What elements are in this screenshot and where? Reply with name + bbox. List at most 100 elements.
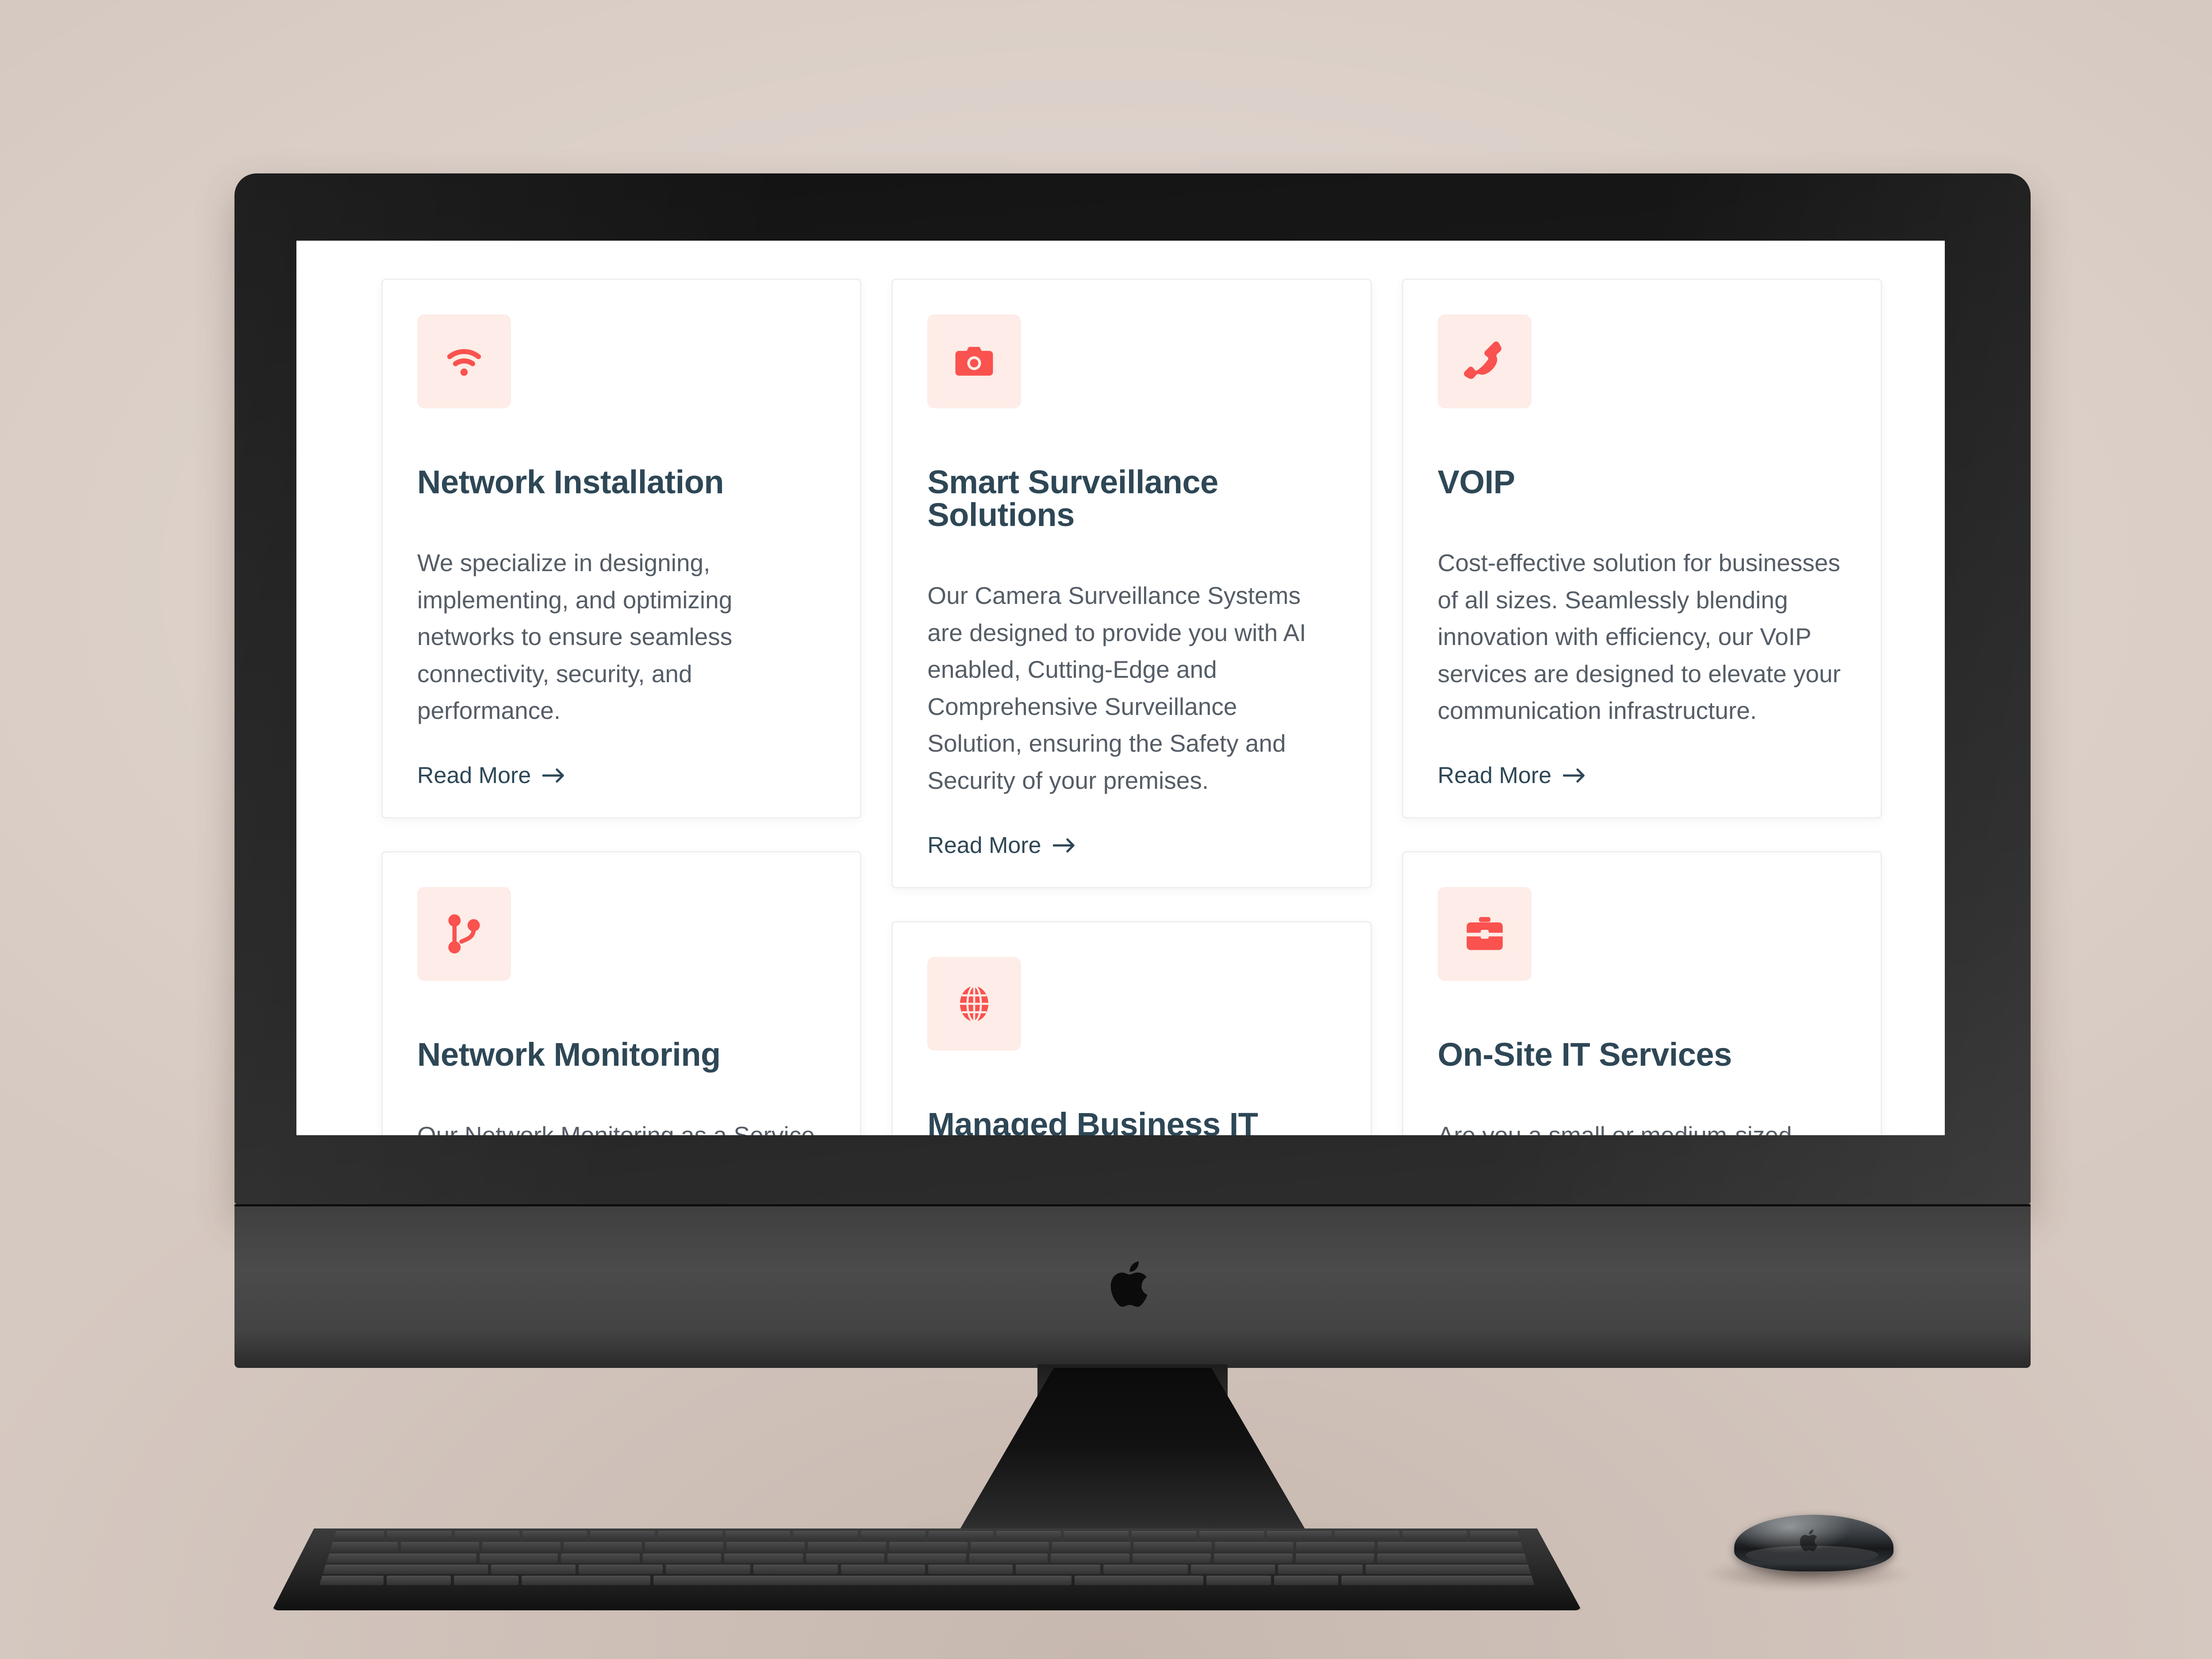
keyboard-key[interactable] bbox=[561, 1553, 640, 1563]
keyboard-key[interactable] bbox=[753, 1564, 838, 1574]
keyboard-key[interactable] bbox=[642, 1553, 722, 1563]
keyboard-key[interactable] bbox=[563, 1542, 642, 1552]
keyboard-key[interactable] bbox=[841, 1564, 926, 1574]
keyboard-key[interactable] bbox=[400, 1542, 479, 1552]
keyboard-key[interactable] bbox=[1075, 1576, 1204, 1585]
wifi-icon bbox=[417, 315, 511, 408]
service-card[interactable]: VOIP Cost-effective solution for busines… bbox=[1402, 279, 1882, 818]
service-card[interactable]: Managed Business IT Our Managed Business… bbox=[891, 921, 1372, 1135]
keyboard-key[interactable] bbox=[1274, 1576, 1339, 1585]
keyboard-key[interactable] bbox=[889, 1542, 968, 1552]
keyboard-key[interactable] bbox=[1341, 1576, 1535, 1585]
read-more-label: Read More bbox=[927, 832, 1041, 858]
keyboard-key[interactable] bbox=[479, 1553, 558, 1563]
keyboard-key[interactable] bbox=[590, 1531, 655, 1540]
apple-logo bbox=[1800, 1529, 1818, 1551]
keyboard-key[interactable] bbox=[657, 1531, 722, 1540]
keyboard-key[interactable] bbox=[1199, 1531, 1264, 1540]
keyboard-key[interactable] bbox=[1402, 1531, 1467, 1540]
apple-logo bbox=[1110, 1261, 1148, 1307]
monitor-chin bbox=[234, 1204, 2031, 1368]
service-card[interactable]: Network Installation We specialize in de… bbox=[381, 279, 862, 818]
keyboard-key[interactable] bbox=[724, 1553, 803, 1563]
network-branch-icon bbox=[417, 887, 511, 981]
keyboard-key[interactable] bbox=[1051, 1553, 1129, 1563]
keyboard-key[interactable] bbox=[793, 1531, 858, 1540]
keyboard-key[interactable] bbox=[319, 1576, 384, 1585]
grid-column-2: Smart Surveillance Solutions Our Camera … bbox=[891, 279, 1372, 1135]
card-title: VOIP bbox=[1437, 464, 1515, 500]
read-more-label: Read More bbox=[1437, 762, 1551, 788]
globe-icon bbox=[927, 956, 1022, 1051]
keyboard-key[interactable] bbox=[521, 1576, 650, 1585]
keyboard-key[interactable] bbox=[860, 1531, 926, 1540]
keyboard-key[interactable] bbox=[1334, 1531, 1399, 1540]
keyboard-key[interactable] bbox=[319, 1553, 476, 1563]
magic-mouse[interactable] bbox=[1703, 1504, 1911, 1593]
service-card[interactable]: Network Monitoring Our Network Monitorin… bbox=[381, 851, 862, 1135]
keyboard-key[interactable] bbox=[1377, 1553, 1535, 1563]
keyboard-key[interactable] bbox=[887, 1553, 966, 1563]
keyboard-key[interactable] bbox=[1295, 1553, 1375, 1563]
keyboard-key[interactable] bbox=[319, 1564, 488, 1574]
keyboard-key[interactable] bbox=[1267, 1531, 1332, 1540]
keyboard-key[interactable] bbox=[969, 1553, 1048, 1563]
card-description: We specialize in designing, implementing… bbox=[417, 549, 733, 725]
imac-device: Network Installation We specialize in de… bbox=[234, 173, 2031, 1555]
read-more-link[interactable]: Read More bbox=[1438, 762, 1587, 789]
keyboard-key[interactable] bbox=[387, 1576, 451, 1585]
keyboard-key[interactable] bbox=[1052, 1542, 1131, 1552]
card-description: Are you a small or medium-sized business… bbox=[1437, 1121, 1792, 1135]
keyboard-key[interactable] bbox=[1016, 1564, 1100, 1574]
keyboard-key[interactable] bbox=[1278, 1564, 1363, 1574]
keyboard-key[interactable] bbox=[1214, 1553, 1293, 1563]
read-more-label: Read More bbox=[417, 762, 531, 788]
monitor-stand bbox=[953, 1368, 1312, 1540]
card-title: On-Site IT Services bbox=[1437, 1036, 1732, 1073]
keyboard-key[interactable] bbox=[1131, 1531, 1196, 1540]
arrow-right-icon bbox=[1052, 838, 1075, 853]
keyboard-key[interactable] bbox=[578, 1564, 663, 1574]
keyboard-key[interactable] bbox=[996, 1531, 1061, 1540]
camera-icon bbox=[927, 315, 1022, 408]
card-description: Our Camera Surveillance Systems are desi… bbox=[927, 582, 1306, 794]
keyboard-key[interactable] bbox=[454, 1576, 518, 1585]
keyboard-key[interactable] bbox=[807, 1542, 886, 1552]
keyboard-key[interactable] bbox=[928, 1531, 993, 1540]
keyboard-key[interactable] bbox=[1365, 1564, 1535, 1574]
keyboard-key[interactable] bbox=[806, 1553, 885, 1563]
keyboard-key[interactable] bbox=[1215, 1542, 1294, 1552]
keyboard-key[interactable] bbox=[522, 1531, 587, 1540]
services-grid: Network Installation We specialize in de… bbox=[381, 279, 1882, 1135]
keyboard-row bbox=[319, 1576, 1535, 1585]
keyboard-key[interactable] bbox=[387, 1531, 452, 1540]
keyboard-key[interactable] bbox=[725, 1531, 790, 1540]
keyboard-key[interactable] bbox=[491, 1564, 576, 1574]
service-card[interactable]: On-Site IT Services Are you a small or m… bbox=[1402, 851, 1882, 1135]
keyboard-key[interactable] bbox=[1378, 1542, 1535, 1552]
keyboard-key[interactable] bbox=[1133, 1542, 1212, 1552]
keyboard-key[interactable] bbox=[666, 1564, 751, 1574]
service-card[interactable]: Smart Surveillance Solutions Our Camera … bbox=[891, 279, 1372, 888]
keyboard-key[interactable] bbox=[1190, 1564, 1275, 1574]
keyboard-key[interactable] bbox=[1103, 1564, 1188, 1574]
keyboard-key[interactable] bbox=[645, 1542, 723, 1552]
keyboard-key[interactable] bbox=[454, 1531, 519, 1540]
keyboard-key[interactable] bbox=[1206, 1576, 1271, 1585]
briefcase-icon bbox=[1437, 887, 1532, 981]
keyboard-key[interactable] bbox=[1296, 1542, 1375, 1552]
keyboard-key[interactable] bbox=[928, 1564, 1013, 1574]
spacebar-key[interactable] bbox=[653, 1576, 1072, 1585]
arrow-right-icon bbox=[1563, 768, 1585, 783]
card-title: Network Monitoring bbox=[417, 1036, 721, 1073]
read-more-link[interactable]: Read More bbox=[927, 832, 1076, 859]
keyboard-key[interactable] bbox=[482, 1542, 561, 1552]
keyboard-row bbox=[319, 1542, 1535, 1552]
keyboard-key[interactable] bbox=[726, 1542, 805, 1552]
keyboard-key[interactable] bbox=[1132, 1553, 1211, 1563]
monitor-screen: Network Installation We specialize in de… bbox=[296, 241, 1945, 1135]
keyboard-key[interactable] bbox=[1064, 1531, 1129, 1540]
read-more-link[interactable]: Read More bbox=[417, 762, 566, 789]
keyboard-key[interactable] bbox=[971, 1542, 1049, 1552]
magic-keyboard[interactable] bbox=[272, 1528, 1582, 1610]
